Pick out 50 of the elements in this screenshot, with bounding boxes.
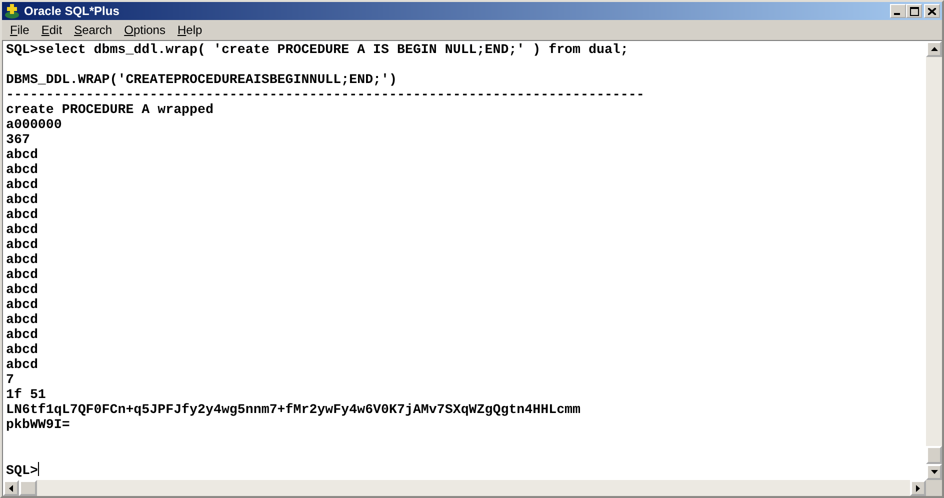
output-line: abcd [6,177,39,192]
output-line: abcd [6,327,39,342]
output-line: LN6tf1qL7QF0FCn+q5JPFJfy2y4wg5nnm7+fMr2ywFy4w6V0K7jAMv7SXqWZgQgtn4HHLcmm [6,402,582,417]
close-icon [928,8,936,14]
up-arrow-icon [930,47,938,51]
output-line: abcd [6,147,39,162]
output-line: abcd [6,342,39,357]
left-arrow-icon [9,484,13,492]
column-heading: DBMS_DDL.WRAP('CREATEPROCEDUREAISBEGINNULL;END;') [6,72,398,87]
menu-item[interactable]: Search [68,23,118,37]
scroll-thumb[interactable] [926,446,942,464]
menu-item[interactable]: Edit [35,23,68,37]
output-line: abcd [6,237,39,252]
scroll-thumb[interactable] [19,480,37,496]
scroll-left-button[interactable] [3,480,19,496]
scroll-up-button[interactable] [926,41,942,57]
output-line: a000000 [6,117,63,132]
output-line: abcd [6,312,39,327]
output-line: abcd [6,282,39,297]
output-line: abcd [6,207,39,222]
output-line: abcd [6,222,39,237]
command-line: SQL>select dbms_ddl.wrap( 'create PROCEDURE A IS BEGIN NULL;END;' ) from dual; [6,42,630,57]
menu-item[interactable]: Help [171,23,208,37]
menu-item[interactable]: File [4,23,36,37]
menu-item[interactable]: Options [118,23,172,37]
output-line: abcd [6,297,39,312]
heading-rule: -------------------------------------------------------------------------------- [6,87,646,102]
scroll-down-button[interactable] [926,464,942,480]
output-line: 1f 51 [6,387,47,402]
output-line: abcd [6,162,39,177]
output-line: abcd [6,357,39,372]
minimize-button[interactable] [890,4,906,18]
output-line: abcd [6,252,39,267]
scroll-right-button[interactable] [910,480,926,496]
app-icon [4,3,20,19]
horizontal-scrollbar[interactable] [2,480,926,496]
window-title: Oracle SQL*Plus [24,4,120,18]
vertical-scrollbar[interactable] [926,41,942,480]
output-line: 367 [6,132,31,147]
output-line: pkbWW9I= [6,417,71,432]
maximize-icon [910,6,918,16]
output-line: abcd [6,192,39,207]
sql-prompt: SQL> [6,462,40,477]
output-line: abcd [6,267,39,282]
right-arrow-icon [916,484,920,492]
output-line: 7 [6,372,15,387]
down-arrow-icon [930,470,938,474]
maximize-button[interactable] [906,4,922,18]
close-button[interactable] [924,4,940,18]
output-line: create PROCEDURE A wrapped [6,102,214,117]
